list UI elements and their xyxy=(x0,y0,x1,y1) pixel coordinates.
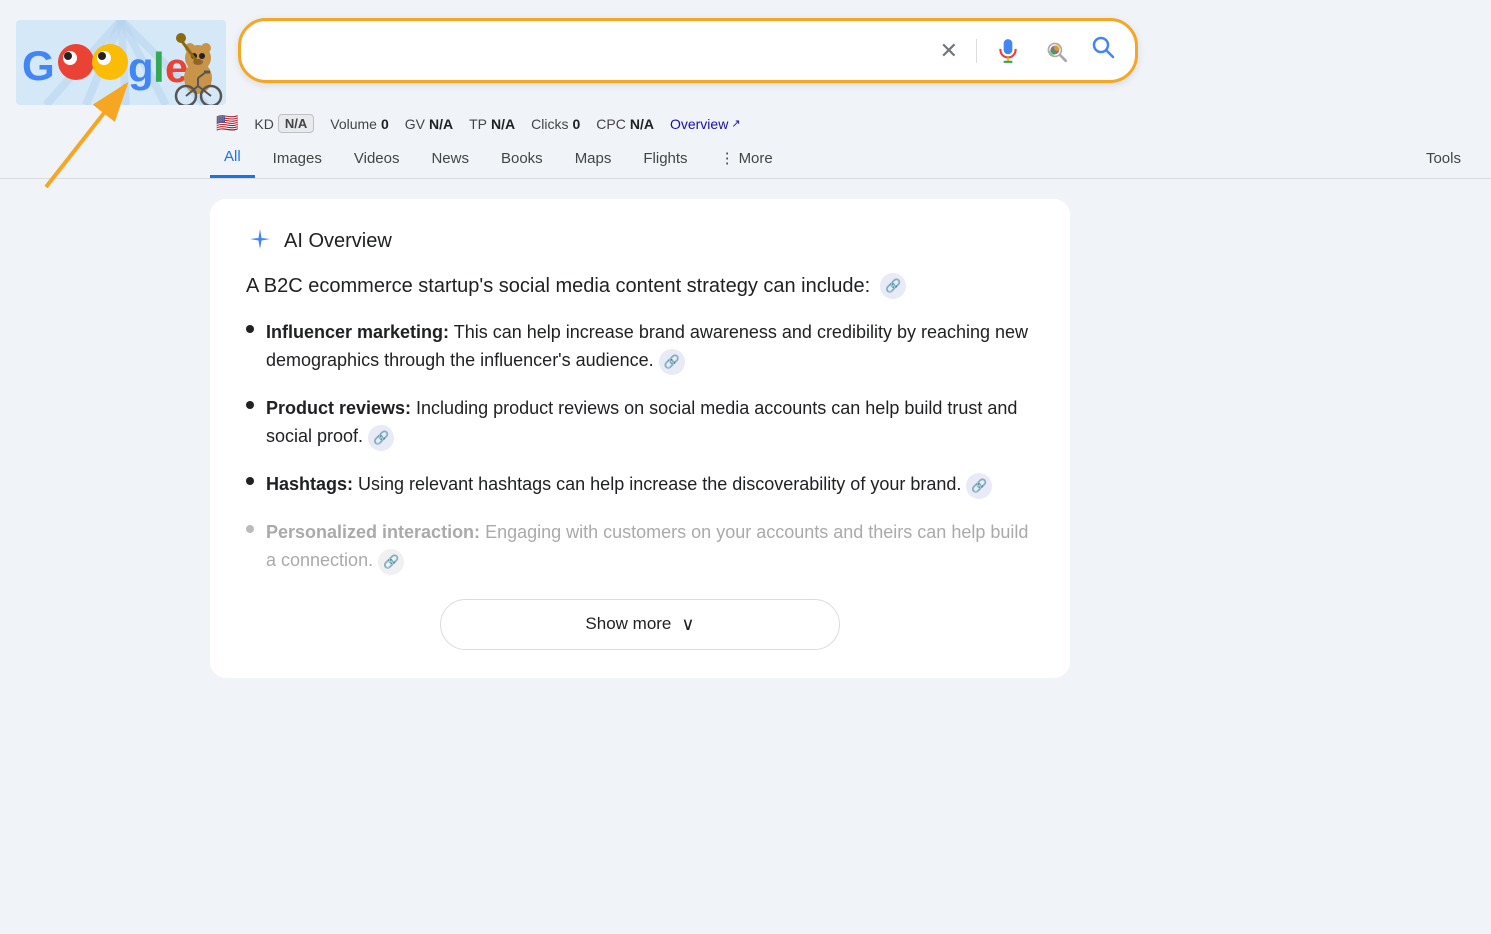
search-bar: what is the best social media content st… xyxy=(238,18,1138,83)
link-chip-influencer[interactable]: 🔗 xyxy=(659,349,685,375)
tab-more[interactable]: ⋮ More xyxy=(706,139,787,177)
bullet-bold-reviews: Product reviews: xyxy=(266,398,411,418)
ai-main-heading-text: A B2C ecommerce startup's social media c… xyxy=(246,275,870,298)
show-more-wrapper: Show more ∨ xyxy=(246,599,1034,650)
overview-link[interactable]: Overview ↗ xyxy=(670,116,741,132)
bullet-item-reviews: Product reviews: Including product revie… xyxy=(246,395,1034,451)
ai-overview-section: AI Overview A B2C ecommerce startup's so… xyxy=(210,199,1070,678)
gv-metric: GV N/A xyxy=(405,116,453,132)
tabs-bar: All Images Videos News Books Maps Flight… xyxy=(0,134,1491,179)
svg-text:e: e xyxy=(165,44,188,91)
microphone-icon xyxy=(995,38,1021,64)
external-link-icon: ↗ xyxy=(731,117,740,130)
tab-maps[interactable]: Maps xyxy=(561,140,626,177)
bullet-dot xyxy=(246,325,254,333)
kd-metric: KD N/A xyxy=(254,114,314,133)
bullet-dot xyxy=(246,525,254,533)
volume-label: Volume xyxy=(330,116,377,132)
lens-icon xyxy=(1043,38,1069,64)
bullet-text-personalized: Personalized interaction: Engaging with … xyxy=(266,519,1034,575)
bullet-dot xyxy=(246,477,254,485)
chevron-down-icon: ∨ xyxy=(681,614,694,635)
link-chip-personalized[interactable]: 🔗 xyxy=(378,549,404,575)
tab-all[interactable]: All xyxy=(210,138,255,178)
search-input[interactable]: what is the best social media content st… xyxy=(257,39,926,62)
bullet-item-hashtags: Hashtags: Using relevant hashtags can he… xyxy=(246,471,1034,499)
voice-search-button[interactable] xyxy=(991,34,1025,68)
bullet-dot xyxy=(246,401,254,409)
clicks-metric: Clicks 0 xyxy=(531,116,580,132)
kd-label: KD xyxy=(254,116,273,132)
tab-news[interactable]: News xyxy=(417,140,483,177)
lens-search-button[interactable] xyxy=(1039,34,1073,68)
link-chip-hashtags[interactable]: 🔗 xyxy=(966,473,992,499)
bullet-text-influencer: Influencer marketing: This can help incr… xyxy=(266,319,1034,375)
show-more-button[interactable]: Show more ∨ xyxy=(440,599,840,650)
bullet-bold-personalized: Personalized interaction: xyxy=(266,522,480,542)
cpc-metric: CPC N/A xyxy=(596,116,654,132)
google-doodle: G g l e xyxy=(16,20,226,105)
tp-metric: TP N/A xyxy=(469,116,515,132)
bullet-item-influencer: Influencer marketing: This can help incr… xyxy=(246,319,1034,375)
search-icons: ✕ xyxy=(936,31,1119,70)
svg-text:g: g xyxy=(128,44,154,91)
link-chip-reviews[interactable]: 🔗 xyxy=(368,425,394,451)
bullet-item-personalized: Personalized interaction: Engaging with … xyxy=(246,519,1034,575)
overview-label: Overview xyxy=(670,116,728,132)
bullet-text-reviews: Product reviews: Including product revie… xyxy=(266,395,1034,451)
ai-overview-title: AI Overview xyxy=(284,230,392,253)
search-icon xyxy=(1091,35,1115,66)
content-wrapper: AI Overview A B2C ecommerce startup's so… xyxy=(0,179,1491,678)
tab-flights[interactable]: Flights xyxy=(629,140,701,177)
search-button[interactable] xyxy=(1087,31,1119,70)
bullet-text-hashtags: Hashtags: Using relevant hashtags can he… xyxy=(266,471,1034,499)
ai-overview-header: AI Overview xyxy=(246,227,1034,255)
tab-images[interactable]: Images xyxy=(259,140,336,177)
clear-button[interactable]: ✕ xyxy=(936,34,962,68)
volume-value: 0 xyxy=(381,116,389,132)
logo-area: G g l e xyxy=(16,12,226,105)
show-more-label: Show more xyxy=(585,614,671,634)
seo-metrics-bar: 🇺🇸 KD N/A Volume 0 GV N/A TP N/A Clicks … xyxy=(0,105,1491,134)
clicks-value: 0 xyxy=(572,116,580,132)
volume-metric: Volume 0 xyxy=(330,116,389,132)
gv-value: N/A xyxy=(429,116,453,132)
svg-text:l: l xyxy=(153,44,165,91)
ai-star-icon xyxy=(246,227,274,255)
tp-label: TP xyxy=(469,116,487,132)
heading-link-chip[interactable]: 🔗 xyxy=(880,273,906,299)
bullet-bold-hashtags: Hashtags: xyxy=(266,474,353,494)
tools-button[interactable]: Tools xyxy=(1412,140,1475,177)
kd-value: N/A xyxy=(278,114,314,133)
svg-text:G: G xyxy=(22,42,55,89)
clicks-label: Clicks xyxy=(531,116,568,132)
gv-label: GV xyxy=(405,116,425,132)
close-icon: ✕ xyxy=(940,38,958,64)
tab-books[interactable]: Books xyxy=(487,140,557,177)
search-area: what is the best social media content st… xyxy=(238,12,1138,83)
cpc-label: CPC xyxy=(596,116,626,132)
cpc-value: N/A xyxy=(630,116,654,132)
tab-videos[interactable]: Videos xyxy=(340,140,414,177)
ai-bullet-list: Influencer marketing: This can help incr… xyxy=(246,319,1034,575)
tp-value: N/A xyxy=(491,116,515,132)
header: G g l e xyxy=(0,0,1491,105)
ai-main-heading: A B2C ecommerce startup's social media c… xyxy=(246,273,1034,299)
bullet-bold-influencer: Influencer marketing: xyxy=(266,322,449,342)
dots-icon: ⋮ xyxy=(720,149,735,167)
country-flag: 🇺🇸 xyxy=(216,113,238,134)
divider xyxy=(976,39,977,63)
